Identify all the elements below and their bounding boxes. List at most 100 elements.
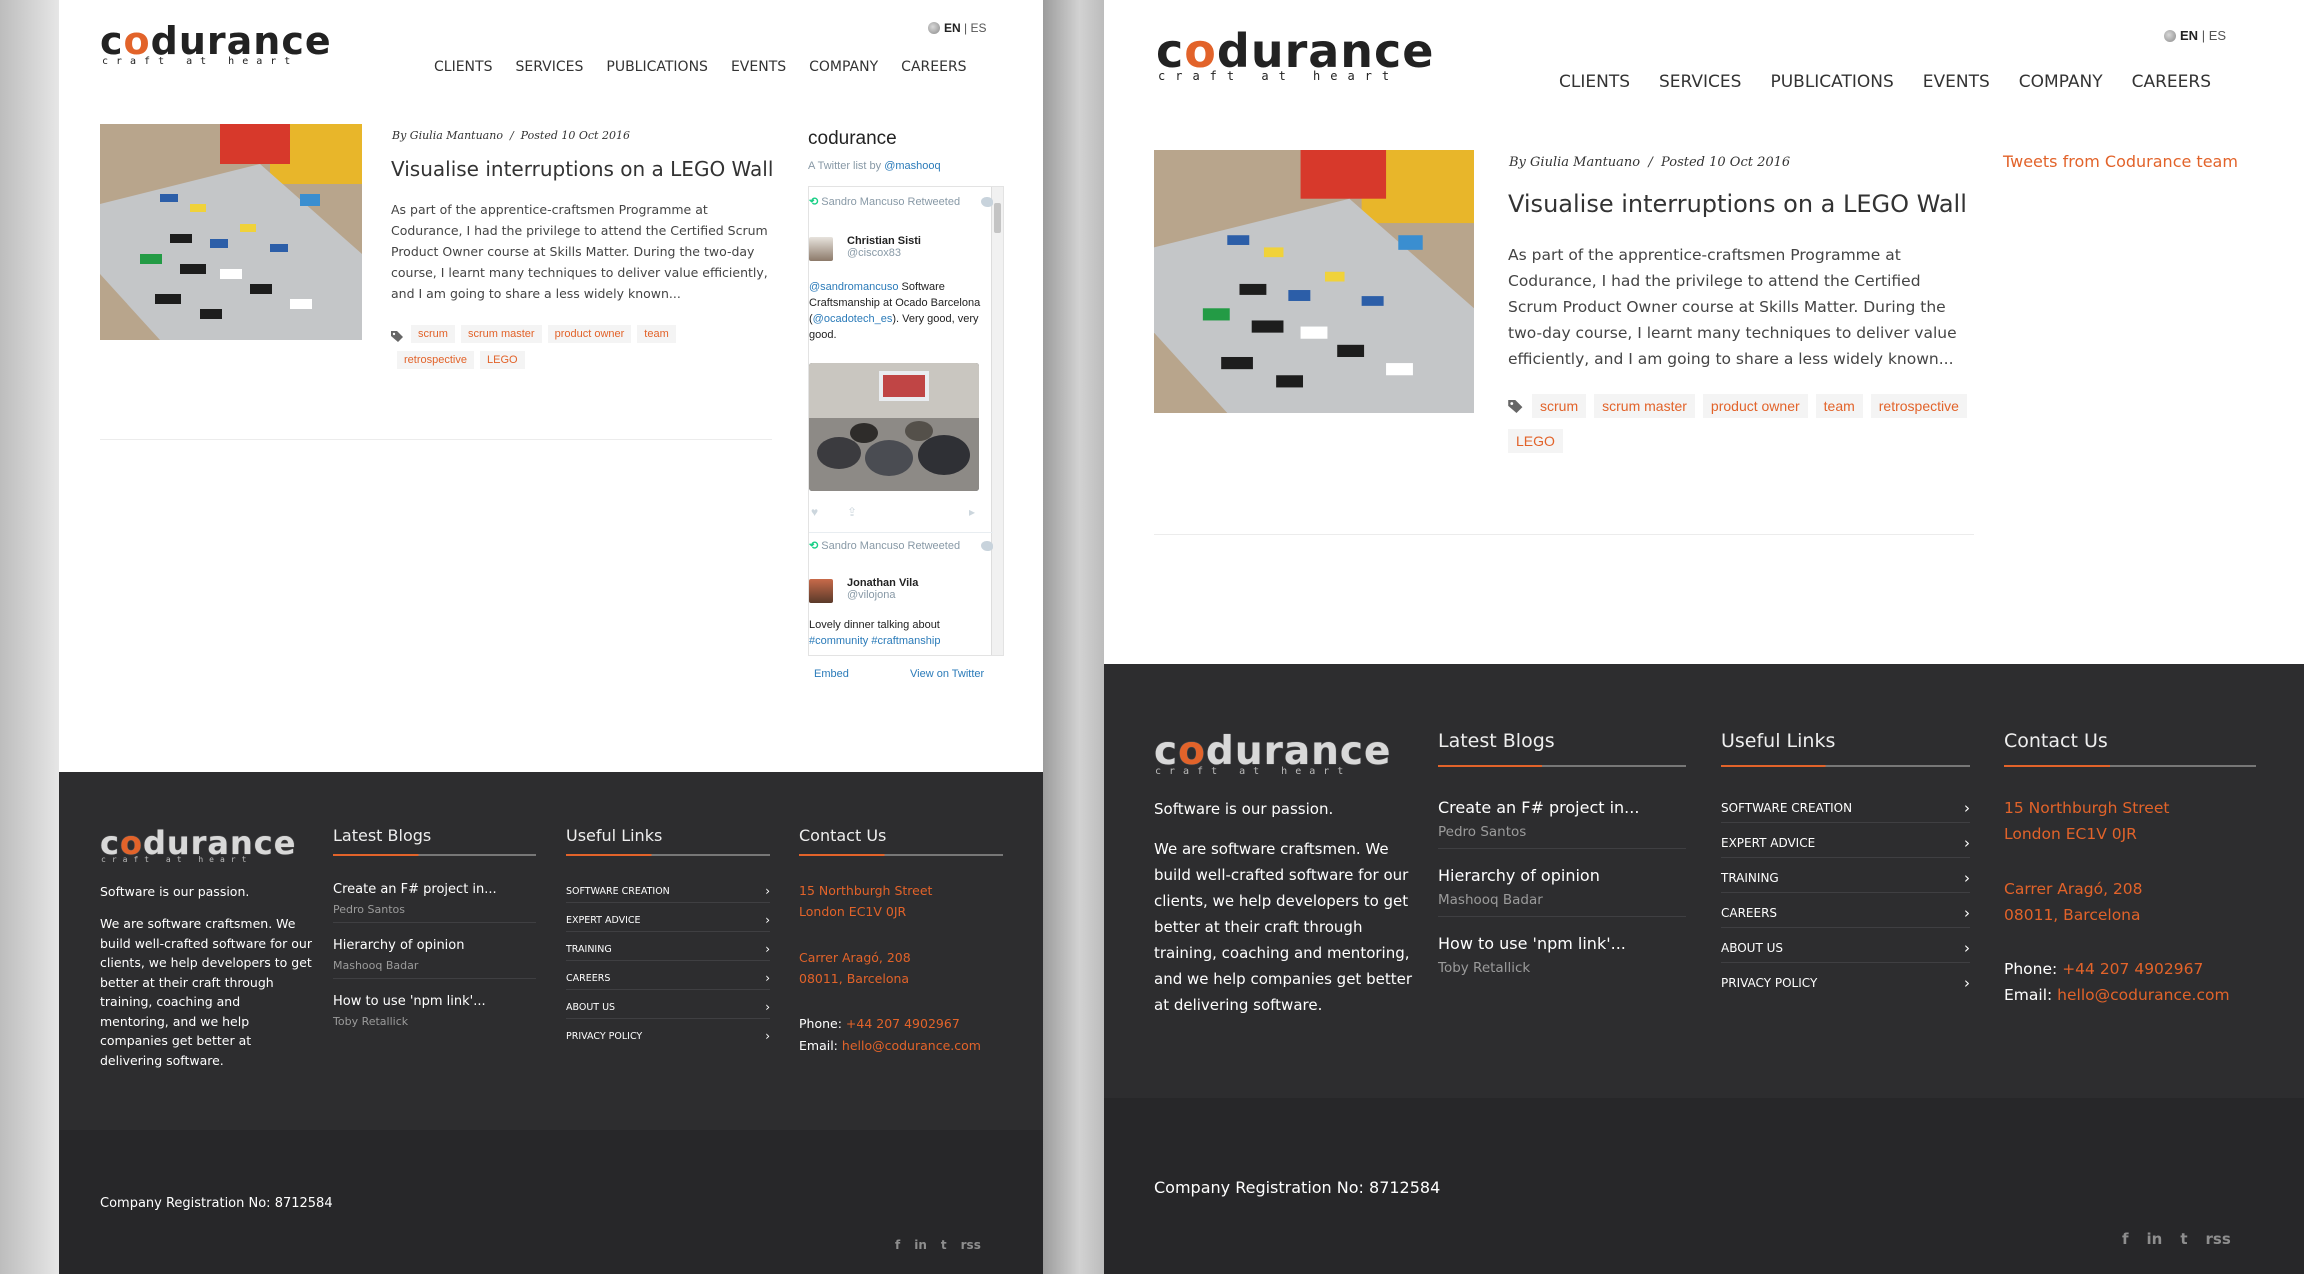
nav-events[interactable]: EVENTS: [1923, 72, 1990, 92]
embed-link[interactable]: Embed: [814, 668, 849, 680]
twitter-list-owner-link[interactable]: @mashooq: [884, 160, 940, 172]
facebook-icon[interactable]: f: [2122, 1230, 2129, 1248]
nav-publications[interactable]: PUBLICATIONS: [606, 59, 708, 75]
phone-link[interactable]: +44 207 4902967: [2062, 960, 2203, 978]
tweet-author[interactable]: Christian Sisti @ciscox83: [847, 235, 921, 259]
address-london-line2[interactable]: London EC1V 0JR: [2004, 825, 2137, 843]
timeline-scrollbar[interactable]: [991, 187, 1003, 655]
tag-scrum-master[interactable]: scrum master: [1594, 394, 1695, 418]
nav-publications[interactable]: PUBLICATIONS: [1770, 72, 1893, 92]
post-title[interactable]: Visualise interruptions on a LEGO Wall: [391, 157, 773, 181]
footer-link-privacy-policy[interactable]: Privacy Policy ›: [566, 1029, 770, 1043]
tag-scrum[interactable]: scrum: [1532, 394, 1587, 418]
facebook-icon[interactable]: f: [895, 1238, 900, 1252]
twitter-timeline[interactable]: ⟲ Sandro Mancuso Retweeted Christian Sis…: [808, 186, 1004, 656]
nav-services[interactable]: SERVICES: [515, 59, 583, 75]
post-title[interactable]: Visualise interruptions on a LEGO Wall: [1508, 190, 1967, 218]
footer-link-careers[interactable]: Careers ›: [566, 971, 770, 985]
blog-link[interactable]: Hierarchy of opinion: [333, 938, 465, 953]
blog-link[interactable]: How to use 'npm link'...: [333, 994, 486, 1009]
twitter-icon[interactable]: t: [2180, 1230, 2187, 1248]
avatar[interactable]: [809, 237, 833, 261]
tag-product-owner[interactable]: product owner: [547, 325, 632, 343]
share-icon[interactable]: ⇪: [847, 505, 857, 519]
tag-retrospective[interactable]: retrospective: [397, 351, 474, 369]
avatar[interactable]: [809, 579, 833, 603]
twitter-list-subtitle: A Twitter list by @mashooq: [808, 160, 941, 172]
tag-lego[interactable]: LEGO: [479, 351, 525, 369]
nav-careers[interactable]: CAREERS: [2132, 72, 2211, 92]
footer-link-training[interactable]: Training ›: [1721, 869, 1970, 887]
tweets-from-codurance-link[interactable]: Tweets from Codurance team: [2003, 152, 2238, 171]
footer-about: We are software craftsmen. We build well…: [1154, 840, 1412, 1014]
footer-link-careers[interactable]: Careers ›: [1721, 904, 1970, 922]
footer-link-software-creation[interactable]: Software Creation ›: [1721, 799, 1970, 817]
tweet-photo[interactable]: [809, 363, 979, 491]
list-separator: [566, 989, 770, 990]
footer-link-privacy-policy[interactable]: Privacy Policy ›: [1721, 974, 1970, 992]
site-logo[interactable]: codurance: [100, 22, 332, 60]
nav-company[interactable]: COMPANY: [2019, 72, 2103, 92]
twitter-widget: codurance A Twitter list by @mashooq ⟲ S…: [808, 128, 1008, 688]
nav-clients[interactable]: CLIENTS: [1559, 72, 1630, 92]
email-link[interactable]: hello@codurance.com: [842, 1038, 981, 1053]
nav-services[interactable]: SERVICES: [1659, 72, 1741, 92]
address-barcelona-line1[interactable]: Carrer Aragó, 208: [2004, 880, 2143, 898]
twitter-list-title[interactable]: codurance: [808, 128, 897, 150]
globe-icon: [928, 22, 940, 34]
footer-link-software-creation[interactable]: Software Creation ›: [566, 884, 770, 898]
post-image[interactable]: [100, 124, 362, 340]
rss-icon[interactable]: rss: [2206, 1230, 2231, 1248]
tag-scrum[interactable]: scrum: [411, 325, 455, 343]
address-barcelona-line2[interactable]: 08011, Barcelona: [799, 971, 909, 986]
address-london-line1[interactable]: 15 Northburgh Street: [799, 883, 932, 898]
tweet[interactable]: ⟲ Sandro Mancuso Retweeted Christian Sis…: [809, 195, 993, 519]
footer-link-about-us[interactable]: About Us ›: [1721, 939, 1970, 957]
linkedin-icon[interactable]: in: [2147, 1230, 2163, 1248]
tag-team[interactable]: team: [637, 325, 676, 343]
blog-link[interactable]: Create an F# project in...: [1438, 798, 1639, 817]
lang-en-link[interactable]: EN: [2180, 28, 2198, 43]
site-logo[interactable]: codurance: [1156, 28, 1435, 74]
post-image[interactable]: [1154, 150, 1474, 413]
nav-clients[interactable]: CLIENTS: [434, 59, 492, 75]
tag-product-owner[interactable]: product owner: [1702, 394, 1808, 418]
lang-en-link[interactable]: EN: [944, 21, 961, 35]
post-divider: [100, 439, 772, 440]
lang-es-link[interactable]: ES: [2209, 28, 2226, 43]
blog-link[interactable]: How to use 'npm link'...: [1438, 934, 1626, 953]
tag-retrospective[interactable]: retrospective: [1870, 394, 1967, 418]
tag-team[interactable]: team: [1815, 394, 1863, 418]
phone-link[interactable]: +44 207 4902967: [846, 1016, 960, 1031]
list-separator: [1721, 822, 1970, 823]
nav-careers[interactable]: CAREERS: [901, 59, 966, 75]
footer-link-training[interactable]: Training ›: [566, 942, 770, 956]
like-icon[interactable]: ♥: [811, 505, 818, 519]
tweet[interactable]: ⟲ Sandro Mancuso Retweeted Jonathan Vila…: [809, 539, 993, 647]
address-london-line1[interactable]: 15 Northburgh Street: [2004, 799, 2169, 817]
view-on-twitter-link[interactable]: View on Twitter: [910, 668, 984, 680]
linkedin-icon[interactable]: in: [914, 1238, 927, 1252]
blog-link[interactable]: Hierarchy of opinion: [1438, 866, 1600, 885]
nav-company[interactable]: COMPANY: [809, 59, 878, 75]
tweet-text: @sandromancuso Software Craftsmanship at…: [809, 281, 981, 341]
address-london-line2[interactable]: London EC1V 0JR: [799, 904, 906, 919]
address-barcelona-line1[interactable]: Carrer Aragó, 208: [799, 950, 911, 965]
nav-events[interactable]: EVENTS: [731, 59, 786, 75]
footer-link-about-us[interactable]: About Us ›: [566, 1000, 770, 1014]
footer-link-expert-advice[interactable]: Expert Advice ›: [566, 913, 770, 927]
tweet-author[interactable]: Jonathan Vila @vilojona: [847, 577, 918, 601]
tag-lego[interactable]: LEGO: [1508, 429, 1563, 453]
address-barcelona-line2[interactable]: 08011, Barcelona: [2004, 906, 2141, 924]
footer-link-expert-advice[interactable]: Expert Advice ›: [1721, 834, 1970, 852]
email-link[interactable]: hello@codurance.com: [2057, 986, 2229, 1004]
tweet-separator: [809, 532, 993, 533]
scrollbar-thumb[interactable]: [994, 203, 1001, 233]
twitter-icon[interactable]: t: [941, 1238, 947, 1252]
more-icon[interactable]: ▸: [969, 505, 975, 519]
tag-scrum-master[interactable]: scrum master: [460, 325, 542, 343]
lang-es-link[interactable]: ES: [970, 21, 986, 35]
rss-icon[interactable]: rss: [961, 1238, 981, 1252]
list-separator: [566, 1018, 770, 1019]
blog-link[interactable]: Create an F# project in...: [333, 882, 497, 897]
